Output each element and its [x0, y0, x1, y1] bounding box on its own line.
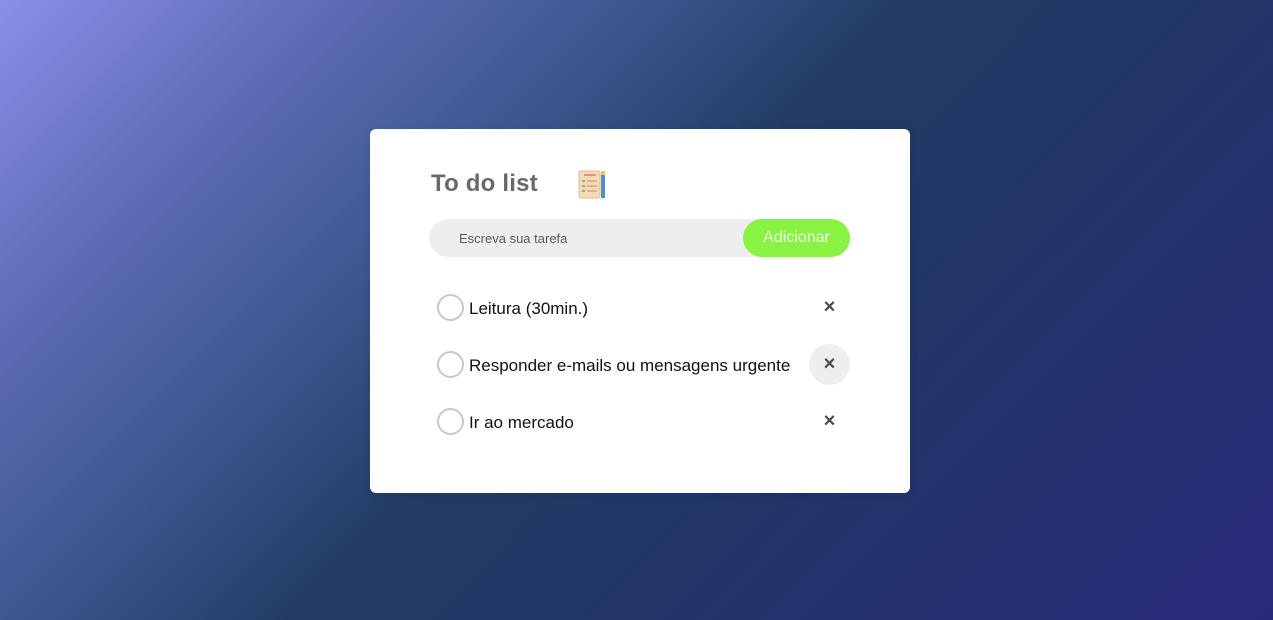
task-checkbox[interactable]: [437, 408, 464, 435]
task-input-row: Adicionar: [429, 219, 850, 257]
delete-icon[interactable]: ×: [809, 401, 850, 442]
task-input[interactable]: [459, 219, 739, 257]
delete-icon[interactable]: ×: [809, 344, 850, 385]
task-label[interactable]: Leitura (30min.): [469, 299, 588, 319]
checklist-icon: [578, 169, 606, 199]
add-button[interactable]: Adicionar: [743, 219, 850, 257]
delete-icon[interactable]: ×: [809, 287, 850, 328]
task-checkbox[interactable]: [437, 351, 464, 378]
task-label[interactable]: Responder e-mails ou mensagens urgente: [469, 356, 790, 376]
task-list: Leitura (30min.) × Responder e-mails ou …: [437, 287, 850, 458]
page-title: To do list: [431, 170, 538, 197]
header: To do list: [431, 169, 606, 199]
todo-card: To do list Adicionar Leitura (30min.) ×: [370, 129, 910, 493]
list-item: Responder e-mails ou mensagens urgente ×: [437, 344, 850, 401]
list-item: Leitura (30min.) ×: [437, 287, 850, 344]
task-checkbox[interactable]: [437, 294, 464, 321]
task-label[interactable]: Ir ao mercado: [469, 413, 574, 433]
list-item: Ir ao mercado ×: [437, 401, 850, 458]
